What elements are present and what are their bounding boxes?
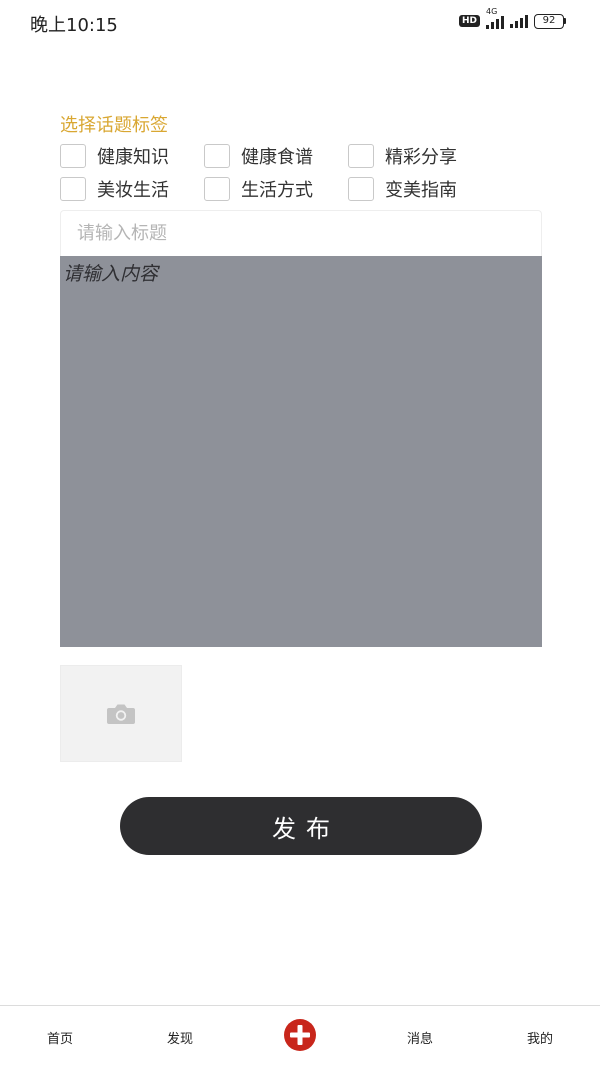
- bottom-tab-bar: 首页 发现 消息 我的: [0, 1005, 600, 1068]
- topic-tag-list: 健康知识 健康食谱 精彩分享 美妆生活 生活方式 变美指南: [60, 144, 500, 201]
- tag-health-knowledge[interactable]: 健康知识: [60, 144, 204, 168]
- status-bar: 晚上10:15 HD 4G 92: [0, 0, 600, 46]
- add-circle-icon: [284, 1019, 316, 1051]
- camera-icon: [107, 704, 135, 724]
- network-label: 4G: [486, 7, 498, 16]
- tag-lifestyle[interactable]: 生活方式: [204, 177, 348, 201]
- tab-home[interactable]: 首页: [0, 1006, 120, 1068]
- battery-icon: 92: [534, 13, 566, 29]
- tab-discover[interactable]: 发现: [120, 1006, 240, 1068]
- tag-label: 生活方式: [241, 180, 313, 201]
- tag-label: 健康知识: [97, 147, 169, 168]
- tag-label: 变美指南: [385, 180, 457, 201]
- status-time: 晚上10:15: [30, 15, 118, 36]
- title-input[interactable]: [60, 210, 542, 256]
- tag-beauty-life[interactable]: 美妆生活: [60, 177, 204, 201]
- image-upload-button[interactable]: [60, 665, 182, 762]
- tag-checkbox[interactable]: [348, 144, 374, 168]
- tag-label: 精彩分享: [385, 147, 457, 168]
- tag-checkbox[interactable]: [348, 177, 374, 201]
- battery-level: 92: [534, 13, 564, 29]
- tab-messages[interactable]: 消息: [360, 1006, 480, 1068]
- tag-healthy-recipes[interactable]: 健康食谱: [204, 144, 348, 168]
- tag-checkbox[interactable]: [60, 144, 86, 168]
- tab-add-post[interactable]: [240, 1006, 360, 1068]
- status-indicators: HD 4G 92: [458, 7, 566, 29]
- tag-label: 美妆生活: [97, 180, 169, 201]
- content-textarea[interactable]: [60, 256, 542, 647]
- topic-section-title: 选择话题标签: [60, 115, 168, 136]
- hd-badge: HD: [458, 15, 480, 27]
- tag-label: 健康食谱: [241, 147, 313, 168]
- post-editor-screen: 晚上10:15 HD 4G 92 选择话题标签 健康知识 健康食谱 精彩分享 美…: [0, 0, 600, 1068]
- tag-great-shares[interactable]: 精彩分享: [348, 144, 500, 168]
- signal-4g-icon: 4G: [486, 7, 504, 29]
- tab-profile[interactable]: 我的: [480, 1006, 600, 1068]
- tag-checkbox[interactable]: [204, 177, 230, 201]
- tag-checkbox[interactable]: [204, 144, 230, 168]
- publish-button[interactable]: 发布: [120, 797, 482, 855]
- tag-beauty-guide[interactable]: 变美指南: [348, 177, 500, 201]
- signal-icon: [510, 14, 528, 28]
- tag-checkbox[interactable]: [60, 177, 86, 201]
